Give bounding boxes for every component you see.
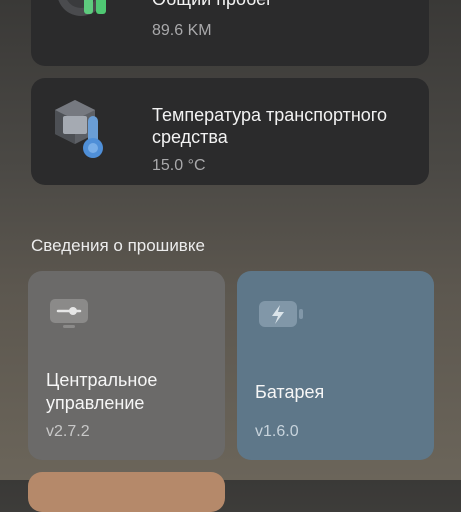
- battery-version: v1.6.0: [255, 423, 299, 440]
- firmware-card-next[interactable]: [28, 472, 225, 512]
- mileage-value: 89.6 KM: [152, 22, 212, 39]
- temperature-title: Температура транспортного средства: [152, 105, 387, 147]
- temperature-value: 15.0 °C: [152, 157, 206, 174]
- central-control-firmware-card[interactable]: Центральное управление v2.7.2: [28, 271, 225, 460]
- odometer-icon: [49, 0, 129, 27]
- total-mileage-card[interactable]: Общий пробег 89.6 KM: [31, 0, 429, 66]
- vehicle-temperature-card[interactable]: Температура транспортного средства 15.0 …: [31, 78, 429, 185]
- battery-icon: [255, 293, 305, 338]
- firmware-section-heading: Сведения о прошивке: [31, 236, 205, 255]
- mileage-title: Общий пробег: [152, 0, 273, 10]
- central-control-icon: [46, 293, 92, 338]
- battery-firmware-card[interactable]: Батарея v1.6.0: [237, 271, 434, 460]
- central-control-version: v2.7.2: [46, 423, 90, 440]
- vehicle-temperature-icon: [49, 96, 119, 171]
- central-control-name: Центральное управление: [46, 370, 158, 413]
- battery-name: Батарея: [255, 382, 325, 402]
